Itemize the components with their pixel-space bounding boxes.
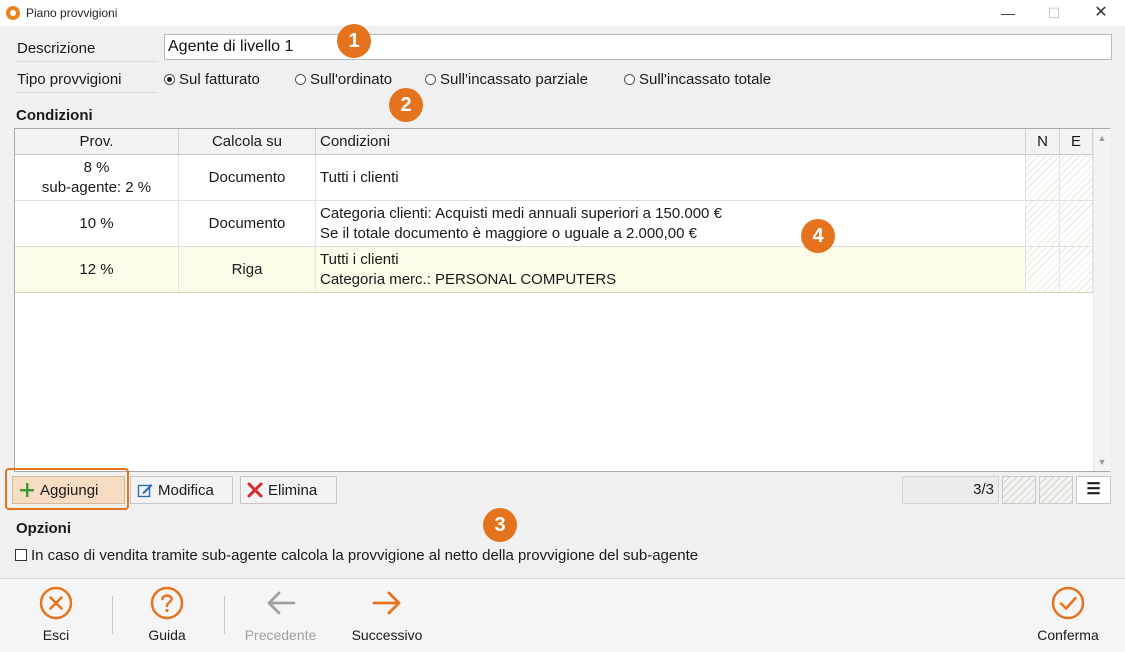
table-row[interactable]: 8 % sub-agente: 2 % Documento Tutti i cl… — [15, 155, 1093, 201]
calcola-su-cell: Riga — [179, 247, 316, 292]
window-title: Piano provvigioni — [26, 6, 118, 20]
table-row-selected[interactable]: 12 % Riga Tutti i clienti Categoria merc… — [15, 247, 1093, 293]
esci-button[interactable]: Esci — [36, 585, 76, 643]
calcola-su-cell: Documento — [179, 201, 316, 246]
successivo-label: Successivo — [351, 627, 423, 643]
subagent-checkbox-label[interactable]: In caso di vendita tramite sub-agente ca… — [31, 547, 698, 564]
radio-unselected-icon — [624, 74, 635, 85]
add-button-label: Aggiungi — [40, 481, 99, 499]
radio-label: Sull'incassato parziale — [440, 71, 588, 88]
radio-sul-fatturato[interactable]: Sul fatturato — [164, 71, 260, 88]
callout-badge-4: 4 — [801, 219, 835, 253]
conditions-grid: Prov. Calcola su Condizioni N E 8 % sub-… — [14, 128, 1110, 472]
record-counter: 3/3 — [902, 476, 999, 504]
vertical-scrollbar[interactable]: ▲ ▼ — [1093, 129, 1110, 471]
condizioni-cell: Categoria clienti: Acquisti medi annuali… — [316, 201, 1026, 246]
app-logo-icon — [6, 6, 20, 20]
delete-button[interactable]: Elimina — [240, 476, 337, 504]
condizioni-cell: Tutti i clienti — [316, 155, 1026, 200]
edit-button[interactable]: Modifica — [130, 476, 233, 504]
radio-unselected-icon — [425, 74, 436, 85]
e-cell — [1060, 155, 1093, 200]
e-cell — [1060, 247, 1093, 292]
column-header-n[interactable]: N — [1026, 129, 1060, 154]
radio-selected-icon — [164, 74, 175, 85]
tipo-provvigioni-label: Tipo provvigioni — [17, 71, 122, 88]
e-cell — [1060, 201, 1093, 246]
condition-line: Categoria clienti: Acquisti medi annuali… — [320, 204, 722, 222]
edit-icon — [137, 484, 153, 498]
condition-line: Categoria merc.: PERSONAL COMPUTERS — [320, 270, 617, 288]
conferma-label: Conferma — [1037, 627, 1099, 643]
help-icon — [150, 586, 184, 620]
disabled-box — [1039, 476, 1073, 504]
column-header-calcola-su[interactable]: Calcola su — [179, 129, 316, 154]
callout-badge-2: 2 — [389, 88, 423, 122]
check-circle-icon — [1051, 586, 1085, 620]
n-cell — [1026, 201, 1060, 246]
disabled-box — [1002, 476, 1036, 504]
guida-label: Guida — [148, 627, 186, 643]
close-circle-icon — [39, 586, 73, 620]
calcola-su-cell: Documento — [179, 155, 316, 200]
arrow-right-icon — [372, 591, 401, 615]
prov-value: 10 % — [79, 214, 114, 232]
prov-cell: 8 % sub-agente: 2 % — [15, 155, 179, 200]
minimize-button[interactable]: — — [985, 0, 1031, 26]
callout-badge-3: 3 — [483, 508, 517, 542]
precedente-button[interactable]: Precedente — [238, 585, 323, 643]
radio-sull-ordinato[interactable]: Sull'ordinato — [295, 71, 392, 88]
descrizione-label: Descrizione — [17, 40, 96, 57]
radio-unselected-icon — [295, 74, 306, 85]
divider — [15, 92, 158, 93]
maximize-button[interactable]: ☐ — [1031, 0, 1077, 26]
column-header-e[interactable]: E — [1060, 129, 1093, 154]
radio-sull-incassato-parziale[interactable]: Sull'incassato parziale — [425, 71, 588, 88]
prov-cell: 12 % — [15, 247, 179, 292]
precedente-label: Precedente — [244, 627, 317, 643]
radio-label: Sull'incassato totale — [639, 71, 772, 88]
opzioni-title: Opzioni — [16, 520, 71, 537]
radio-sull-incassato-totale[interactable]: Sull'incassato totale — [624, 71, 771, 88]
divider — [15, 61, 158, 62]
callout-badge-1: 1 — [337, 24, 371, 58]
n-cell — [1026, 247, 1060, 292]
column-header-condizioni[interactable]: Condizioni — [316, 129, 1026, 154]
scroll-up-icon[interactable]: ▲ — [1094, 133, 1110, 143]
condizioni-title: Condizioni — [16, 107, 93, 124]
radio-label: Sul fatturato — [179, 71, 260, 88]
conferma-button[interactable]: Conferma — [1032, 585, 1104, 643]
prov-value: 12 % — [79, 260, 114, 278]
column-header-prov[interactable]: Prov. — [15, 129, 179, 154]
descrizione-input[interactable] — [164, 34, 1112, 60]
edit-button-label: Modifica — [158, 481, 214, 499]
grid-header: Prov. Calcola su Condizioni N E — [15, 129, 1093, 155]
divider — [224, 596, 225, 634]
delete-x-icon — [247, 482, 263, 498]
menu-icon[interactable]: ☰ — [1076, 476, 1111, 504]
n-cell — [1026, 155, 1060, 200]
condition-line: Tutti i clienti — [320, 168, 399, 186]
condition-line: Tutti i clienti — [320, 250, 399, 268]
close-button[interactable]: ✕ — [1078, 0, 1124, 26]
prov-value: 8 % — [83, 158, 110, 176]
table-row[interactable]: 10 % Documento Categoria clienti: Acquis… — [15, 201, 1093, 247]
plus-icon — [20, 483, 34, 497]
title-bar — [0, 0, 1125, 26]
successivo-button[interactable]: Successivo — [345, 585, 429, 643]
radio-label: Sull'ordinato — [310, 71, 393, 88]
scroll-down-icon[interactable]: ▼ — [1094, 457, 1110, 467]
condition-line: Se il totale documento è maggiore o ugua… — [320, 224, 697, 242]
subagent-checkbox[interactable] — [15, 549, 27, 561]
prov-subagent-value: sub-agente: 2 % — [41, 178, 152, 196]
arrow-left-icon — [267, 591, 295, 615]
delete-button-label: Elimina — [268, 481, 318, 499]
condizioni-cell: Tutti i clienti Categoria merc.: PERSONA… — [316, 247, 1026, 292]
add-button[interactable]: Aggiungi — [12, 476, 125, 504]
esci-label: Esci — [42, 627, 70, 643]
divider — [112, 596, 113, 634]
prov-cell: 10 % — [15, 201, 179, 246]
guida-button[interactable]: Guida — [142, 585, 192, 643]
